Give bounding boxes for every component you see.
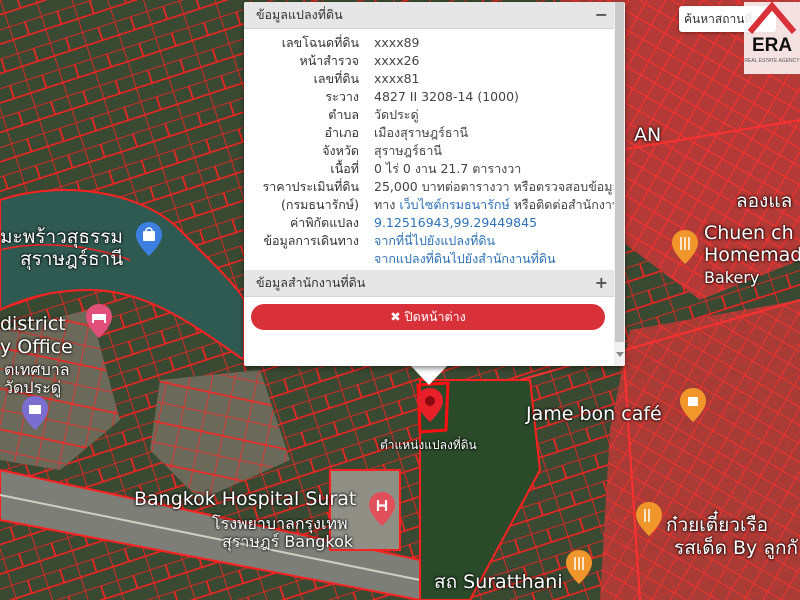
noodle-pin-icon[interactable] xyxy=(636,502,662,536)
assessed-price-source-label: (กรมธนารักษ์) xyxy=(281,197,359,212)
info-row-label: อำเภอ xyxy=(324,125,359,140)
assessed-price-note: ทาง เว็บไซต์กรมธนารักษ์ หรือติดต่อสำนักง… xyxy=(374,196,625,214)
travel-row: ข้อมูลการเดินทาง จากที่นี่ไปยังแปลงที่ดิ… xyxy=(244,232,614,250)
era-logo-sub: REAL ESTATE AGENCY xyxy=(744,58,800,64)
cafe-pin-icon[interactable] xyxy=(680,388,706,422)
expand-icon[interactable]: + xyxy=(595,270,608,296)
era-logo: ERA REAL ESTATE AGENCY xyxy=(744,1,800,74)
assessed-price-value: 25,000 บาทต่อตารางวา หรือตรวจสอบข้อมูลผ่… xyxy=(374,179,625,194)
poi-label-hospital: Bangkok Hospital Surat xyxy=(134,488,357,510)
route-to-land-office-link[interactable]: จากแปลงที่ดินไปยังสำนักงานที่ดิน xyxy=(374,250,556,268)
info-row: เลขที่ดิน xxxx81 xyxy=(244,70,614,88)
info-row-value: 4827 II 3208-14 (1000) xyxy=(374,89,519,104)
house-icon xyxy=(747,1,797,34)
poi-label-an: AN xyxy=(634,124,662,146)
poi-label-bakery: Bakery xyxy=(704,268,760,287)
poi-label-guay-sub: รสเด็ด By ลูกกั xyxy=(674,537,798,559)
collapse-icon[interactable]: − xyxy=(595,2,608,28)
treasury-website-link[interactable]: เว็บไซต์กรมธนารักษ์ xyxy=(399,197,509,212)
info-row-label: ระวาง xyxy=(325,89,359,104)
poi-label-hospital-sub: สุราษฎร์ Bangkok xyxy=(222,532,354,551)
info-row-value: xxxx26 xyxy=(374,53,420,68)
info-row-label: ตำบล xyxy=(328,107,359,122)
scroll-down-arrow-icon[interactable] xyxy=(616,352,624,357)
travel-label: ข้อมูลการเดินทาง xyxy=(263,233,359,248)
price-note-suffix: หรือติดต่อสำนักงานที่ดิน xyxy=(513,197,625,212)
route-to-parcel-link[interactable]: จากที่นี่ไปยังแปลงที่ดิน xyxy=(374,232,495,250)
poi-label-district: district xyxy=(0,313,66,335)
info-row: ระวาง 4827 II 3208-14 (1000) xyxy=(244,88,614,106)
info-row-label: เนื้อที่ xyxy=(330,161,359,176)
popup-scrollbar[interactable] xyxy=(614,2,625,366)
poi-label-district-office: y Office xyxy=(0,336,73,358)
poi-label-mapraw-sub: สุราษฎร์ธานี xyxy=(20,248,124,270)
shopping-bag-pin-icon[interactable] xyxy=(136,222,162,256)
info-row-value: xxxx89 xyxy=(374,35,420,50)
land-office-section-title: ข้อมูลสำนักงานที่ดิน xyxy=(256,275,366,290)
assessed-price-label: ราคาประเมินที่ดิน xyxy=(262,179,359,194)
store-pin-icon[interactable] xyxy=(22,396,48,430)
info-row-value: xxxx81 xyxy=(374,71,420,86)
hospital-pin-icon[interactable] xyxy=(369,492,395,526)
price-note-prefix: ทาง xyxy=(374,197,396,212)
assessed-price-row-2: (กรมธนารักษ์) ทาง เว็บไซต์กรมธนารักษ์ หร… xyxy=(244,196,625,214)
poi-label-homemade: Homemad xyxy=(704,244,800,266)
hotel-pin-icon[interactable] xyxy=(86,304,112,338)
info-row-label: เลขที่ดิน xyxy=(313,71,359,86)
food-pin-icon[interactable] xyxy=(566,550,592,584)
info-row-label: เลขโฉนดที่ดิน xyxy=(281,35,359,50)
coordinate-link[interactable]: 9.12516943,99.29449845 xyxy=(374,214,537,232)
land-info-section-title: ข้อมูลแปลงที่ดิน xyxy=(256,7,343,22)
poi-label-suratthani: สถ Suratthani xyxy=(434,571,563,593)
travel-row-2: จากแปลงที่ดินไปยังสำนักงานที่ดิน xyxy=(244,250,614,268)
info-row: เนื้อที่ 0 ไร่ 0 งาน 21.7 ตารางวา xyxy=(244,160,614,178)
info-row-value: สุราษฎร์ธานี xyxy=(374,143,442,158)
land-office-section-header[interactable]: ข้อมูลสำนักงานที่ดิน + xyxy=(244,270,614,297)
coordinate-label: ค่าพิกัดแปลง xyxy=(289,215,359,230)
poi-label-klong: ลองแล xyxy=(736,190,793,212)
scrollbar-thumb[interactable] xyxy=(615,2,624,342)
info-row: เลขโฉนดที่ดิน xxxx89 xyxy=(244,34,614,52)
parcel-info-popup: ข้อมูลแปลงที่ดิน − เลขโฉนดที่ดิน xxxx89 หน… xyxy=(244,2,625,366)
restaurant-pin-icon[interactable] xyxy=(672,230,698,264)
info-row: ตำบล วัดประดู่ xyxy=(244,106,614,124)
close-window-button[interactable]: ✖ ปิดหน้าต่าง xyxy=(251,304,605,330)
info-row-value: เมืองสุราษฎร์ธานี xyxy=(374,125,469,140)
info-row-value: 0 ไร่ 0 งาน 21.7 ตารางวา xyxy=(374,161,522,176)
poi-label-chuen: Chuen ch xyxy=(704,222,794,244)
parcel-location-label: ตำแหน่งแปลงที่ดิน xyxy=(380,438,477,452)
coordinate-row: ค่าพิกัดแปลง 9.12516943,99.29449845 xyxy=(244,214,614,232)
land-info-section-header[interactable]: ข้อมูลแปลงที่ดิน − xyxy=(244,2,614,29)
info-row: จังหวัด สุราษฎร์ธานี xyxy=(244,142,614,160)
info-row: หน้าสำรวจ xxxx26 xyxy=(244,52,614,70)
info-row: อำเภอ เมืองสุราษฎร์ธานี xyxy=(244,124,614,142)
popup-pointer xyxy=(410,365,448,385)
close-window-label: ปิดหน้าต่าง xyxy=(404,309,466,324)
info-row-label: หน้าสำรวจ xyxy=(299,53,359,68)
parcel-location-pin-icon[interactable] xyxy=(417,388,443,422)
poi-label-jamebon: Jame bon café xyxy=(526,403,662,425)
era-logo-text: ERA xyxy=(751,35,793,56)
info-row-label: จังหวัด xyxy=(322,143,359,158)
close-icon: ✖ xyxy=(390,309,401,324)
assessed-price-row: ราคาประเมินที่ดิน 25,000 บาทต่อตารางวา ห… xyxy=(244,178,625,196)
info-row-value: วัดประดู่ xyxy=(374,107,419,122)
